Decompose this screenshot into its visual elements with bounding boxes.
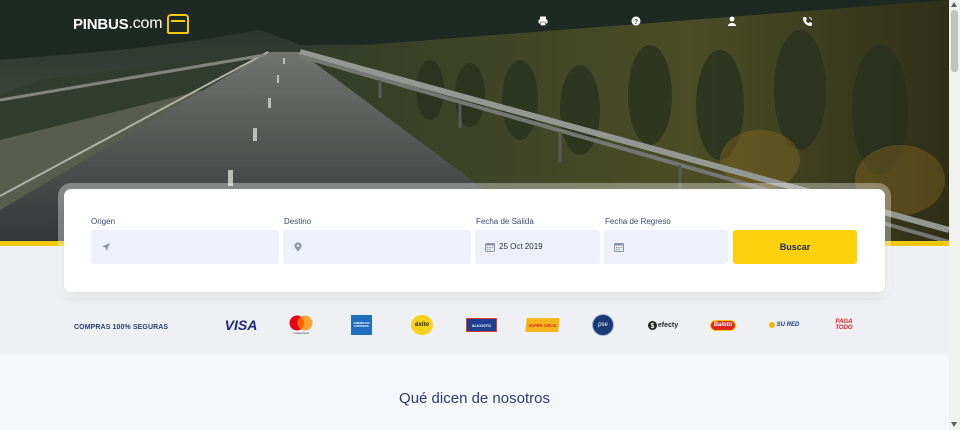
return-label: Fecha de Regreso: [605, 217, 671, 226]
pse-logo: pse: [592, 314, 614, 336]
user-icon[interactable]: [727, 16, 737, 26]
trip-search-form: Origen Destino Fecha de Salida 25 Oct 20…: [64, 189, 885, 292]
calendar-icon: [485, 242, 495, 252]
efecty-logo: $ efecty: [646, 314, 680, 336]
alkosto-logo: ALKOSTO: [466, 314, 497, 336]
logo-text: PINBUS: [73, 15, 129, 33]
exito-logo: éxito: [411, 314, 433, 336]
scroll-up-arrow-icon[interactable]: [951, 2, 957, 7]
print-icon[interactable]: [538, 16, 548, 26]
help-icon[interactable]: ?: [631, 16, 641, 26]
logo-suffix: .com: [128, 15, 163, 32]
secure-purchase-label: COMPRAS 100% SEGURAS: [74, 324, 169, 331]
search-button[interactable]: Buscar: [733, 230, 857, 264]
svg-text:$: $: [650, 323, 654, 330]
origin-field[interactable]: [91, 230, 279, 264]
destination-label: Destino: [284, 217, 312, 226]
departure-date-field[interactable]: 25 Oct 2019: [475, 230, 600, 264]
pinbus-logo[interactable]: PINBUS .com: [73, 14, 190, 34]
return-date-field[interactable]: [604, 230, 728, 264]
visa-logo: VISA: [224, 317, 258, 333]
page: PINBUS .com ? Origen Destino Fecha de Sa…: [0, 0, 949, 430]
destination-field[interactable]: [283, 230, 471, 264]
scrollbar-thumb[interactable]: [951, 10, 958, 72]
bus-icon: [167, 14, 190, 34]
pagatodo-logo: PAGA TODO: [835, 319, 853, 331]
amex-logo: AMERICAN EXPRESS: [351, 314, 372, 336]
departure-label: Fecha de Salida: [476, 217, 534, 226]
testimonials-title: Qué dicen de nosotros: [399, 390, 550, 407]
svg-text:?: ?: [634, 19, 638, 26]
vertical-scrollbar[interactable]: [949, 0, 960, 430]
testimonials-section: Qué dicen de nosotros: [0, 354, 949, 430]
top-navigation: PINBUS .com ?: [0, 0, 949, 44]
phone-icon[interactable]: [802, 16, 812, 26]
scroll-down-arrow-icon[interactable]: [951, 422, 957, 427]
mastercard-logo: mastercard: [287, 314, 315, 336]
map-pin-icon: [293, 242, 303, 252]
sured-logo: SU RED: [766, 314, 802, 336]
supergiros-logo: SUPER GIROS: [525, 314, 560, 336]
location-arrow-icon: [101, 242, 111, 252]
origin-label: Origen: [91, 217, 116, 226]
departure-date-value: 25 Oct 2019: [499, 242, 543, 251]
calendar-icon: [614, 242, 624, 252]
baloto-logo: Baloto: [706, 314, 740, 336]
payment-methods-strip: COMPRAS 100% SEGURAS VISA mastercard AME…: [0, 300, 949, 354]
